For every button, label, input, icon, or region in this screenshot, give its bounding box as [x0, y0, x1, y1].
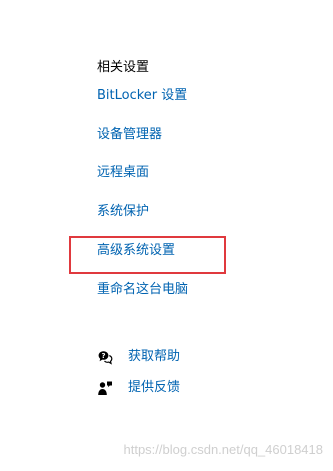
link-remote-desktop[interactable]: 远程桌面 — [97, 164, 149, 182]
get-help-label: 获取帮助 — [128, 349, 181, 364]
related-settings-heading: 相关设置 — [97, 60, 150, 75]
highlight-box — [69, 236, 226, 274]
link-bitlocker-settings[interactable]: BitLocker 设置 — [97, 87, 187, 105]
feedback-label: 提供反馈 — [128, 380, 181, 395]
feedback-row[interactable]: 提供反馈 — [97, 379, 180, 397]
watermark-text: https://blog.csdn.net/qq_46018418 — [123, 442, 324, 457]
get-help-row[interactable]: ? 获取帮助 — [97, 348, 180, 366]
svg-text:?: ? — [101, 352, 105, 360]
help-chat-icon: ? — [98, 351, 113, 365]
link-system-protection[interactable]: 系统保护 — [97, 203, 149, 221]
link-rename-this-pc[interactable]: 重命名这台电脑 — [97, 281, 188, 299]
feedback-person-icon — [98, 381, 112, 395]
link-device-manager[interactable]: 设备管理器 — [97, 126, 162, 144]
